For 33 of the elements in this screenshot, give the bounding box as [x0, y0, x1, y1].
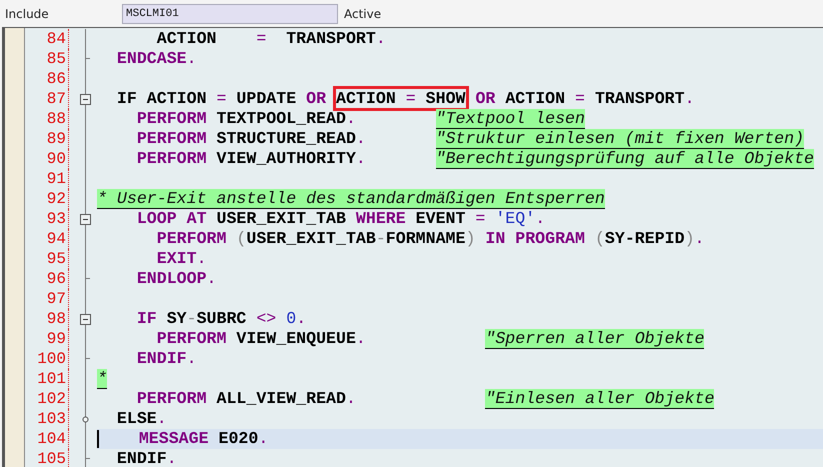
- code-comment: * User-Exit anstelle des standardmäßigen Entsperren: [97, 189, 605, 209]
- code-statement: PERFORM (USER_EXIT_TAB-FORMNAME) IN PROGRAM (SY-REPID).: [156, 229, 705, 249]
- code-comment: *: [97, 369, 107, 389]
- code-statement: IF SY-SUBRC <> 0.: [136, 309, 306, 329]
- code-statement: LOOP AT USER_EXIT_TAB WHERE EVENT = 'EQ'.: [136, 209, 546, 229]
- code-comment: "Struktur einlesen (mit fixen Werten): [436, 129, 804, 149]
- text-cursor: [97, 430, 99, 448]
- code-statement: ENDIF.: [116, 449, 177, 467]
- collapse-icon[interactable]: [80, 314, 91, 325]
- code-comment: "Berechtigungsprüfung auf alle Objekte: [436, 149, 814, 169]
- code-statement: ENDIF.: [136, 349, 197, 369]
- code-statement: PERFORM ALL_VIEW_READ.: [136, 389, 357, 409]
- code-statement: ACTION = TRANSPORT.: [156, 29, 386, 49]
- code-statement: PERFORM VIEW_ENQUEUE.: [156, 329, 367, 349]
- code-statement: ELSE.: [116, 409, 167, 429]
- code-statement: IF ACTION = UPDATE OR ACTION = SHOW OR ACTION = TRANSPORT.: [97, 89, 695, 109]
- code-statement: MESSAGE E020.: [138, 429, 268, 449]
- code-statement: ENDCASE.: [116, 49, 197, 69]
- include-label: Include: [4, 6, 50, 20]
- code-comment: "Einlesen aller Objekte: [485, 389, 714, 409]
- collapse-icon[interactable]: [80, 214, 91, 225]
- code-statement: PERFORM STRUCTURE_READ.: [136, 129, 367, 149]
- include-field[interactable]: MSCLMI01: [122, 4, 338, 24]
- code-comment: "Sperren aller Objekte: [485, 329, 704, 349]
- collapse-icon[interactable]: [80, 94, 91, 105]
- code-statement: PERFORM VIEW_AUTHORITY.: [136, 149, 367, 169]
- status-text: Active: [344, 6, 382, 20]
- code-statement: EXIT.: [156, 249, 207, 269]
- line-number: 104: [25, 429, 69, 449]
- node-icon: [82, 416, 89, 423]
- code-statement: ENDLOOP.: [136, 269, 217, 289]
- code-comment: "Textpool lesen: [436, 109, 585, 129]
- code-statement: PERFORM TEXTPOOL_READ.: [136, 109, 357, 129]
